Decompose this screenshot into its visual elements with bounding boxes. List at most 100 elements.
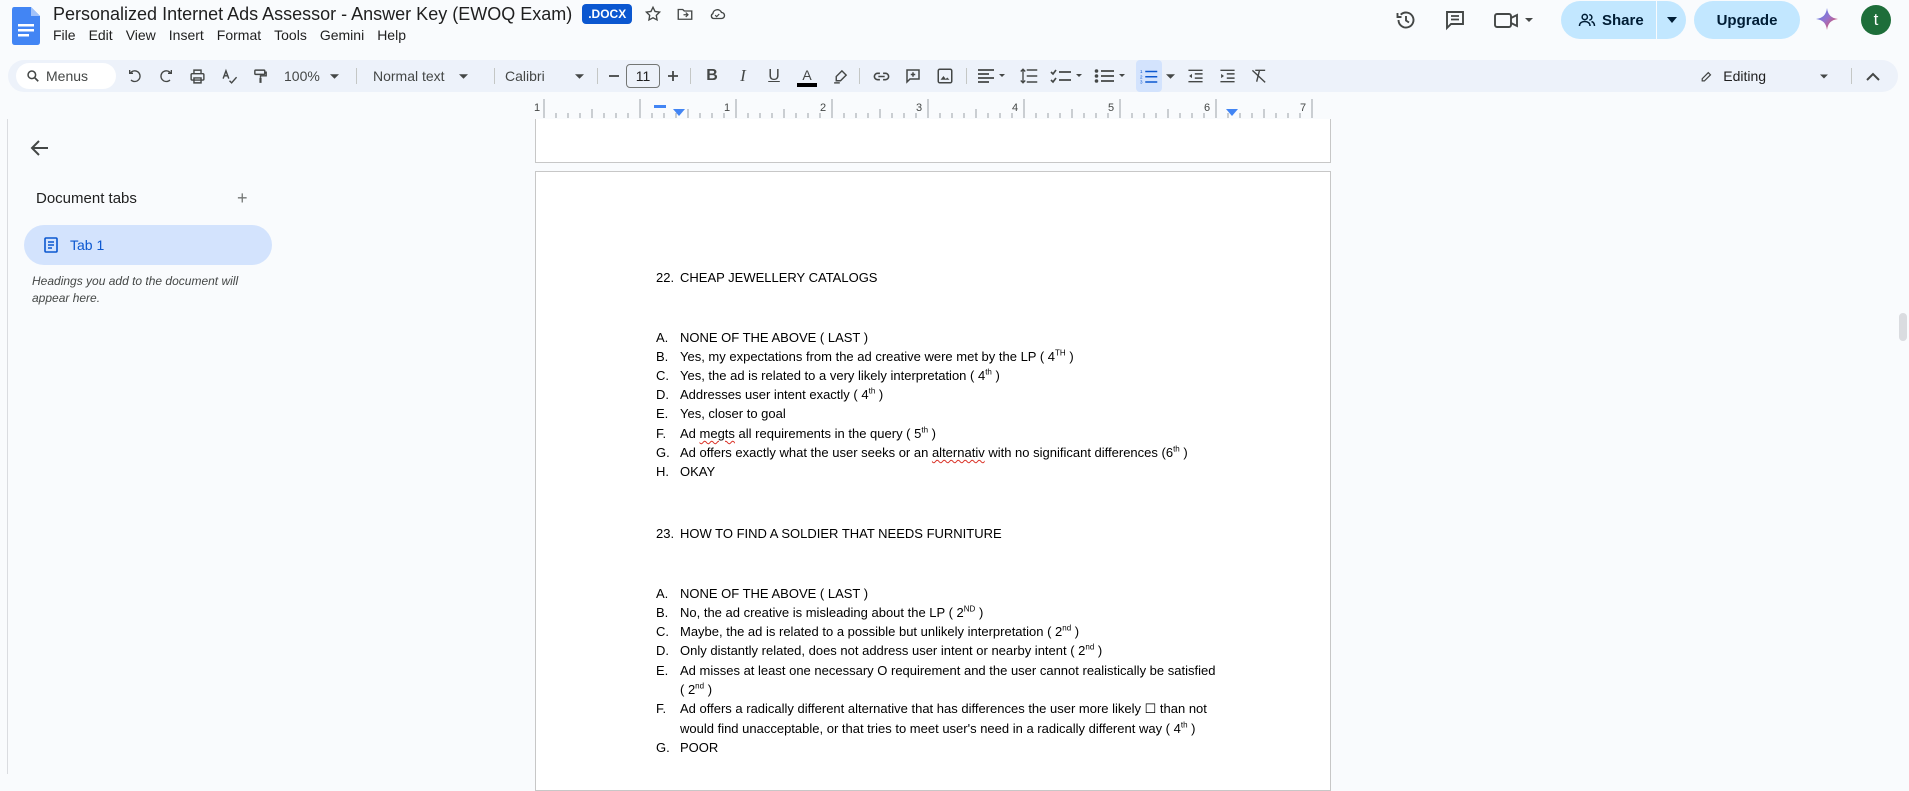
option-letter: G. (656, 445, 670, 460)
option-letter: F. (656, 426, 667, 441)
decrease-font-size-icon[interactable] (605, 60, 623, 92)
menu-help[interactable]: Help (377, 27, 415, 43)
line-spacing-icon[interactable] (1016, 60, 1042, 92)
font-size-input[interactable]: 11 (626, 64, 660, 88)
bulleted-list-icon[interactable] (1092, 60, 1130, 92)
spellcheck-icon[interactable] (217, 60, 241, 92)
menu-tools[interactable]: Tools (274, 27, 316, 43)
tabs-hint-text: Headings you add to the document will ap… (32, 274, 239, 305)
toolbar-divider (494, 68, 495, 84)
option-text-tail: ) (704, 682, 713, 697)
horizontal-ruler[interactable]: 1 1 2 3 4 5 6 7 (534, 99, 1331, 119)
italic-icon[interactable]: I (731, 60, 755, 92)
add-tab-icon[interactable]: + (237, 188, 248, 209)
option-letter: B. (656, 349, 669, 364)
increase-font-size-icon[interactable] (664, 60, 682, 92)
numbered-list-dropdown-icon[interactable] (1163, 60, 1177, 92)
misspelled-word[interactable]: megts (700, 426, 735, 441)
search-menus-button[interactable]: Menus (16, 63, 116, 89)
option-letter: E. (656, 663, 669, 678)
option-text: Ad misses at least one necessary O requi… (680, 663, 1216, 678)
gemini-icon[interactable] (1814, 7, 1840, 31)
tab-label: Tab 1 (70, 237, 105, 253)
toolbar-divider (597, 68, 598, 84)
menu-file[interactable]: File (53, 27, 85, 43)
style-select[interactable]: Normal text (373, 60, 483, 92)
insert-image-icon[interactable] (932, 60, 958, 92)
option-text-tail: ) (1065, 349, 1074, 364)
vertical-scrollbar[interactable] (1899, 313, 1907, 341)
underline-icon[interactable]: U (762, 60, 786, 92)
option-text: Maybe, the ad is related to a possible b… (680, 624, 1079, 639)
add-comment-icon[interactable] (900, 60, 926, 92)
chevron-down-icon (329, 73, 339, 79)
zoom-select[interactable]: 100% (284, 60, 344, 92)
back-arrow-icon[interactable] (28, 136, 52, 160)
checklist-icon[interactable] (1048, 60, 1086, 92)
question-title: CHEAP JEWELLERY CATALOGS (680, 270, 878, 285)
ruler-number: 1 (534, 102, 540, 114)
document-tabs-title: Document tabs (36, 190, 137, 207)
top-bar: Personalized Internet Ads Assessor - Ans… (0, 0, 1909, 60)
option-text: Only distantly related, does not address… (680, 643, 1102, 658)
ruler-number: 2 (820, 102, 826, 114)
font-select[interactable]: Calibri (505, 60, 591, 92)
option-text: would find unacceptable, or that tries t… (680, 721, 1195, 736)
clear-formatting-icon[interactable] (1246, 60, 1272, 92)
increase-indent-icon[interactable] (1214, 60, 1240, 92)
first-line-indent-marker[interactable] (654, 105, 666, 108)
option-text-main: Only distantly related, does not address… (680, 643, 1086, 658)
version-history-icon[interactable] (1393, 8, 1419, 32)
option-text-tail: ) (1071, 624, 1080, 639)
option-text: NONE OF THE ABOVE ( LAST ) (680, 330, 869, 345)
question-number: 22. (656, 270, 675, 285)
tab-1[interactable]: Tab 1 (24, 225, 272, 265)
menu-gemini[interactable]: Gemini (320, 27, 373, 43)
collapse-menus-icon[interactable] (1860, 60, 1886, 92)
option-letter: C. (656, 368, 669, 383)
question-number: 23. (656, 526, 675, 541)
redo-icon[interactable] (154, 60, 178, 92)
menu-insert[interactable]: Insert (169, 27, 213, 43)
numbered-list-icon[interactable]: 123 (1136, 60, 1162, 92)
option-text-main: ( 2 (680, 682, 696, 697)
star-icon[interactable] (642, 3, 664, 25)
option-text: OKAY (680, 464, 716, 479)
option-text: ( 2nd ) (680, 682, 712, 697)
meet-icon[interactable] (1492, 8, 1538, 32)
font-value: Calibri (505, 68, 545, 84)
cloud-status-icon[interactable] (706, 3, 728, 25)
menu-format[interactable]: Format (217, 27, 270, 43)
option-text: NONE OF THE ABOVE ( LAST ) (680, 586, 869, 601)
document-page[interactable]: 22. CHEAP JEWELLERY CATALOGS A. NONE OF … (535, 171, 1331, 791)
document-tabs-panel (0, 119, 290, 774)
ruler-number: 1 (724, 102, 730, 114)
ordinal-suffix: th (985, 367, 992, 377)
menu-edit[interactable]: Edit (89, 27, 122, 43)
menu-view[interactable]: View (126, 27, 165, 43)
share-button[interactable]: Share (1561, 1, 1686, 39)
misspelled-word[interactable]: alternativ (932, 445, 985, 460)
align-icon[interactable] (975, 60, 1009, 92)
bold-icon[interactable]: B (700, 60, 724, 92)
highlight-icon[interactable] (828, 60, 852, 92)
insert-link-icon[interactable] (868, 60, 894, 92)
option-letter: E. (656, 406, 669, 421)
share-dropdown-icon[interactable] (1657, 1, 1686, 39)
toolbar-divider (859, 68, 860, 84)
move-folder-icon[interactable] (674, 3, 696, 25)
editing-mode-select[interactable]: Editing (1700, 60, 1828, 92)
document-title[interactable]: Personalized Internet Ads Assessor - Ans… (53, 4, 572, 25)
paint-format-icon[interactable] (248, 60, 272, 92)
option-text-tail: ) (875, 387, 884, 402)
avatar[interactable]: t (1861, 5, 1891, 35)
print-icon[interactable] (185, 60, 209, 92)
docs-logo-icon[interactable] (12, 7, 40, 45)
decrease-indent-icon[interactable] (1182, 60, 1208, 92)
text-color-icon[interactable]: A (795, 60, 819, 92)
ordinal-suffix: th (1180, 720, 1188, 730)
undo-icon[interactable] (123, 60, 147, 92)
comments-icon[interactable] (1442, 8, 1468, 32)
upgrade-button[interactable]: Upgrade (1694, 1, 1800, 39)
option-text-main: No, the ad creative is misleading about … (680, 605, 964, 620)
